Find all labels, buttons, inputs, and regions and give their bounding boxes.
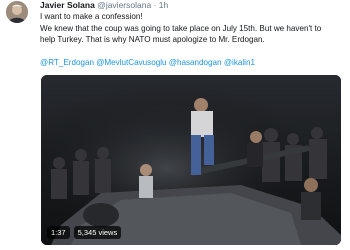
avatar-photo	[6, 1, 28, 23]
mention-link[interactable]: @RT_Erdogan	[40, 58, 94, 67]
tweet-timestamp[interactable]: 1h	[159, 0, 168, 10]
mention-link[interactable]: @hasandogan	[169, 58, 222, 67]
mention-link[interactable]: @MevlutCavusoglu	[96, 58, 166, 67]
author-name[interactable]: Javier Solana	[40, 0, 95, 10]
avatar[interactable]	[6, 1, 28, 23]
video-views: 5,345 views	[73, 226, 122, 239]
author-handle[interactable]: @javiersolana	[97, 0, 151, 10]
separator-dot: ·	[153, 0, 157, 10]
video-thumbnail	[41, 75, 341, 245]
video-duration: 1:37	[47, 226, 70, 239]
mention-link[interactable]: @ikalin1	[224, 58, 255, 67]
tweet[interactable]: Javier Solana @javiersolana · 1h I want …	[0, 0, 350, 250]
tweet-text: I want to make a confession! We knew tha…	[40, 11, 345, 46]
video-player[interactable]: 1:37 5,345 views	[41, 75, 341, 245]
tweet-text-line: We knew that the coup was going to take …	[40, 23, 322, 33]
tweet-text-line: help Turkey. That is why NATO must apolo…	[40, 35, 265, 44]
tweet-mentions: @RT_Erdogan @MevlutCavusoglu @hasandogan…	[40, 57, 255, 68]
video-meta: 1:37 5,345 views	[47, 226, 122, 239]
tweet-text-line: I want to make a confession!	[40, 12, 143, 21]
tweet-header: Javier Solana @javiersolana · 1h	[40, 0, 168, 11]
